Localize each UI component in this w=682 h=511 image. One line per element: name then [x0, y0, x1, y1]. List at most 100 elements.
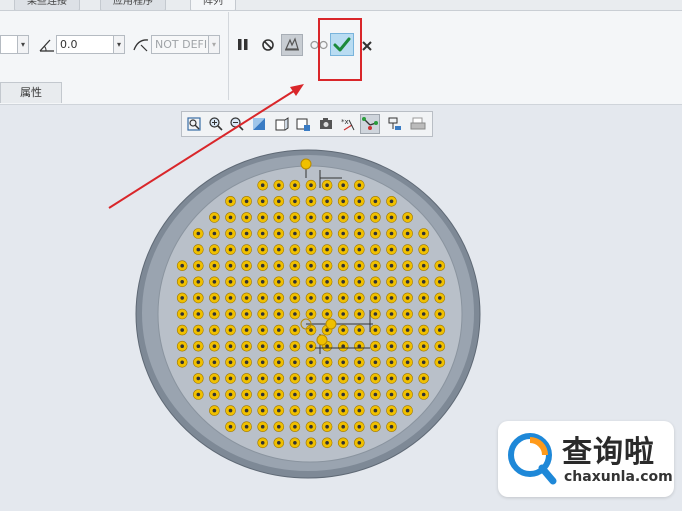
angle-dropdown[interactable]: ▾: [113, 35, 125, 54]
anchor-handle[interactable]: [300, 158, 312, 170]
hole-center: [325, 199, 329, 204]
hole-center: [293, 360, 297, 365]
annotation-display-button[interactable]: [360, 114, 380, 134]
hole-center: [421, 231, 426, 236]
hole-center: [341, 199, 345, 204]
hole-center: [325, 408, 329, 413]
watermark-logo: 查询啦 chaxunla.com: [498, 421, 674, 497]
hole-center: [421, 392, 426, 397]
hole-center: [293, 199, 297, 204]
hole-center: [277, 360, 281, 365]
hole-center: [228, 247, 233, 252]
hole-center: [228, 376, 233, 381]
hole-center: [438, 296, 442, 300]
datum-display-icon[interactable]: *x: [340, 116, 356, 132]
hole-center: [405, 312, 410, 316]
hole-center: [277, 441, 281, 445]
hole-center: [373, 296, 378, 300]
hole-center: [405, 376, 410, 381]
hole-center: [244, 360, 249, 365]
view-manager-icon[interactable]: [318, 116, 334, 132]
dashboard-ribbon: 某些连接 应用程序 阵列 ▾ 0.0 ▾ NOT DEFIN ▾: [0, 0, 682, 105]
hole-center: [341, 247, 345, 252]
hole-center: [212, 328, 217, 332]
properties-tab[interactable]: 属性: [0, 82, 62, 103]
hole-center: [309, 312, 313, 316]
hole-pattern: [176, 179, 446, 449]
reference-input[interactable]: NOT DEFIN: [151, 35, 209, 54]
hole-center: [260, 360, 265, 365]
hole-center: [341, 392, 345, 397]
hole-center: [341, 183, 345, 187]
hole-center: [260, 408, 265, 413]
hole-center: [389, 392, 394, 397]
reference-dropdown[interactable]: ▾: [208, 35, 220, 54]
hole-center: [421, 312, 426, 316]
preview-button[interactable]: [281, 34, 303, 56]
tab-applications[interactable]: 应用程序: [100, 0, 166, 10]
hole-center: [260, 424, 265, 429]
hole-center: [373, 199, 378, 204]
first-field-dropdown[interactable]: ▾: [17, 35, 29, 54]
hole-center: [373, 247, 378, 252]
hole-center: [389, 376, 394, 381]
hole-center: [212, 296, 217, 300]
hole-center: [260, 215, 265, 220]
hole-center: [325, 328, 329, 332]
hole-center: [389, 360, 394, 365]
tab-pattern[interactable]: 阵列: [190, 0, 236, 10]
hole-center: [357, 344, 362, 348]
tab-connections[interactable]: 某些连接: [14, 0, 80, 10]
hole-center: [325, 376, 329, 381]
hole-center: [421, 280, 426, 284]
close-icon[interactable]: [361, 40, 373, 52]
angle-input[interactable]: 0.0: [56, 35, 114, 54]
hole-center: [373, 215, 378, 220]
hole-center: [244, 247, 249, 252]
hole-center: [277, 215, 281, 220]
hole-center: [277, 328, 281, 332]
first-field[interactable]: [0, 35, 18, 54]
hole-center: [389, 296, 394, 300]
anchor-handle[interactable]: [316, 334, 328, 346]
hole-center: [293, 312, 297, 316]
hole-center: [325, 344, 329, 348]
hole-center: [325, 424, 329, 429]
hole-center: [228, 392, 233, 397]
hole-center: [196, 231, 201, 236]
no-entry-icon[interactable]: [261, 38, 275, 52]
hole-center: [277, 296, 281, 300]
hole-center: [341, 360, 345, 365]
hole-center: [260, 183, 265, 187]
hole-center: [341, 312, 345, 316]
hole-center: [212, 392, 217, 397]
hole-center: [212, 231, 217, 236]
hole-center: [180, 312, 184, 316]
hole-center: [293, 280, 297, 284]
hole-center: [421, 360, 426, 365]
hole-center: [421, 376, 426, 381]
hole-center: [309, 441, 313, 445]
hole-center: [260, 263, 265, 268]
hole-center: [228, 296, 233, 300]
hole-center: [405, 408, 410, 413]
hole-center: [341, 344, 345, 348]
hole-center: [325, 183, 329, 187]
hole-center: [277, 280, 281, 284]
svg-text:*x: *x: [341, 118, 349, 126]
hole-center: [373, 408, 378, 413]
hole-center: [293, 441, 297, 445]
hole-center: [421, 328, 426, 332]
spin-center-icon[interactable]: [387, 116, 403, 132]
hole-center: [341, 328, 345, 332]
hole-center: [212, 280, 217, 284]
hole-center: [357, 312, 362, 316]
hole-center: [421, 263, 426, 268]
pause-icon[interactable]: [237, 38, 249, 52]
hole-center: [421, 247, 426, 252]
hole-center: [373, 312, 378, 316]
hole-center: [309, 328, 313, 332]
print-icon[interactable]: [410, 116, 426, 132]
anchor-handle[interactable]: [325, 318, 337, 330]
hole-center: [293, 392, 297, 397]
